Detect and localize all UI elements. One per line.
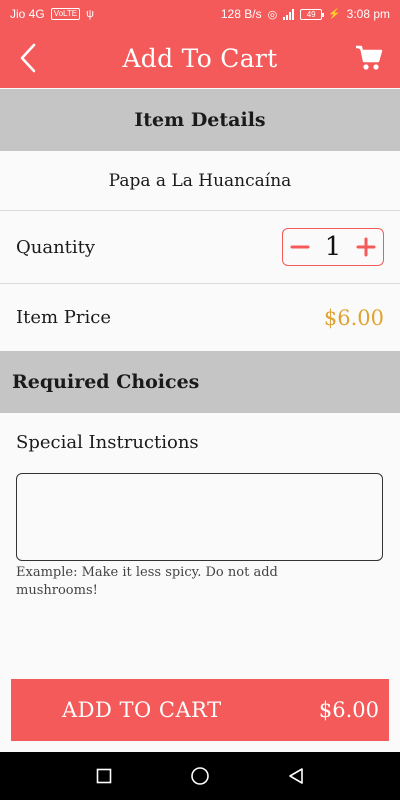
system-nav-bar [0,752,400,800]
clock: 3:08 pm [346,7,390,21]
back-button[interactable] [14,42,42,74]
required-choices-title: Required Choices [12,371,200,393]
item-details-header: Item Details [0,89,400,151]
required-choices-header: Required Choices [0,351,400,413]
price-row: Item Price $6.00 [0,284,400,351]
quantity-row: Quantity 1 [0,211,400,284]
increase-quantity-button[interactable] [355,236,377,258]
special-instructions-hint: Example: Make it less spicy. Do not add … [16,565,278,598]
price-label: Item Price [16,307,111,328]
minus-icon [290,245,310,249]
signal-icon [283,8,295,20]
system-back-button[interactable] [284,764,308,788]
page-title: Add To Cart [122,43,278,73]
add-to-cart-button[interactable]: ADD TO CART $6.00 [11,679,389,741]
price-value: $6.00 [323,305,384,330]
recents-button[interactable] [92,764,116,788]
special-instructions-input[interactable] [16,473,383,561]
screen: Jio 4G VoLTE ψ 128 B/s ◎ 49 ⚡ 3:08 pm Ad… [0,0,400,800]
item-name: Papa a La Huancaína [108,170,292,191]
cart-total: $6.00 [318,698,379,722]
status-bar: Jio 4G VoLTE ψ 128 B/s ◎ 49 ⚡ 3:08 pm [0,0,400,28]
usb-icon: ψ [86,8,94,20]
charging-icon: ⚡ [328,8,341,20]
net-speed: 128 B/s [220,7,262,21]
quantity-label: Quantity [16,236,96,258]
home-circle-icon [191,767,209,785]
quantity-stepper: 1 [282,228,384,266]
shopping-cart-icon [356,45,383,70]
quantity-value: 1 [324,232,342,262]
volte-badge: VoLTE [50,8,81,20]
battery-level: 49 [306,9,316,19]
hotspot-icon: ◎ [267,8,278,21]
carrier-label: Jio 4G [10,7,45,21]
item-name-row: Papa a La Huancaína [0,151,400,211]
recents-square-icon [96,768,112,784]
app-bar: Add To Cart [0,28,400,88]
back-triangle-icon [289,768,303,784]
cart-button[interactable] [354,42,384,74]
add-to-cart-label: ADD TO CART [62,698,222,722]
special-instructions-label: Special Instructions [16,432,199,453]
back-chevron-icon [20,43,36,73]
plus-icon [356,237,376,257]
battery-icon: 49 [300,8,325,20]
decrease-quantity-button[interactable] [289,236,311,258]
item-details-title: Item Details [134,109,266,131]
home-button[interactable] [188,764,212,788]
